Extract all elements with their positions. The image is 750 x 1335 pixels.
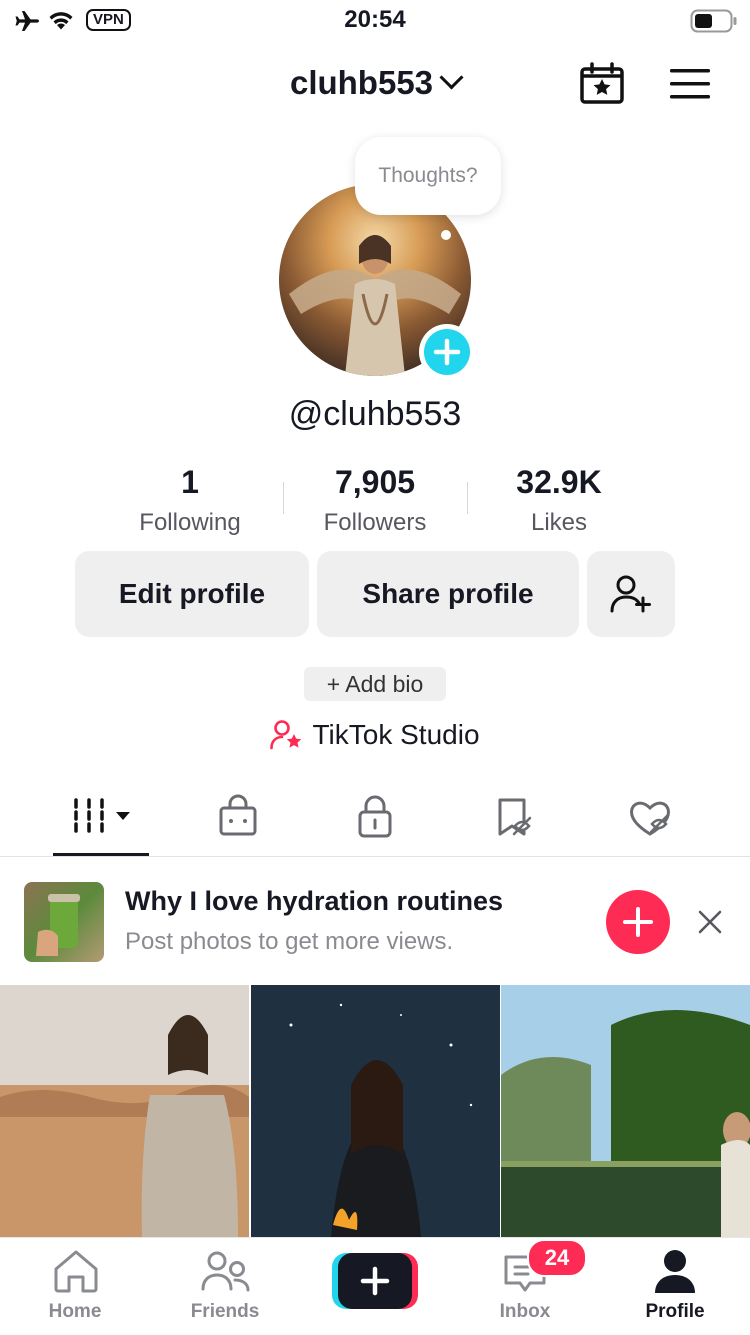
stat-label: Likes — [530, 509, 588, 536]
promo-subtitle: Post photos to get more views. — [125, 928, 454, 955]
tabs-divider — [0, 856, 750, 857]
plus-icon — [623, 907, 653, 937]
add-bio-button[interactable]: + Add bio — [304, 667, 446, 701]
tab-videos[interactable] — [70, 790, 130, 846]
stat-label: Following — [139, 509, 241, 536]
share-profile-button[interactable]: Share profile — [317, 551, 579, 637]
stat-following[interactable]: 1 Following — [105, 464, 275, 537]
nav-label: Home — [48, 1301, 102, 1322]
stat-divider — [467, 482, 468, 514]
studio-label: TikTok Studio — [312, 719, 480, 750]
username-switcher[interactable]: cluhb553 — [0, 64, 750, 102]
profile-icon — [655, 1250, 695, 1293]
create-plus-icon — [332, 1253, 418, 1309]
profile-handle: @cluhb553 — [288, 395, 462, 433]
create-button[interactable] — [332, 1253, 418, 1309]
close-icon[interactable] — [697, 909, 723, 935]
promo-title[interactable]: Why I love hydration routines — [125, 886, 503, 917]
tab-private[interactable] — [345, 790, 405, 846]
edit-profile-button[interactable]: Edit profile — [75, 551, 309, 637]
thoughts-bubble-tail — [441, 230, 451, 240]
heart-hidden-icon — [630, 801, 670, 836]
video-thumbnail[interactable] — [501, 985, 750, 1237]
nav-label: Inbox — [499, 1301, 551, 1322]
thoughts-bubble[interactable]: Thoughts? — [355, 137, 501, 215]
add-user-icon — [610, 575, 651, 613]
tab-liked[interactable] — [620, 790, 680, 846]
lock-icon — [358, 795, 392, 838]
status-time: 20:54 — [344, 6, 406, 33]
tab-favorites[interactable] — [485, 790, 545, 846]
grid-columns-icon — [74, 798, 130, 834]
stat-likes[interactable]: 32.9K Likes — [474, 464, 644, 537]
stat-label: Followers — [323, 509, 427, 536]
stat-value: 1 — [181, 464, 199, 500]
status-bar: VPN 20:54 — [0, 0, 750, 42]
tiktok-studio-link[interactable]: TikTok Studio — [0, 719, 750, 751]
battery-icon — [690, 9, 737, 33]
menu-icon[interactable] — [670, 68, 710, 100]
nav-home[interactable]: Home — [20, 1247, 130, 1327]
nav-label: Friends — [190, 1301, 260, 1322]
bookmark-hidden-icon — [498, 798, 532, 836]
nav-profile[interactable]: Profile — [620, 1247, 730, 1327]
chevron-down-icon — [439, 65, 464, 90]
video-thumbnail[interactable] — [0, 985, 249, 1237]
stat-divider — [283, 482, 284, 514]
stat-value: 32.9K — [516, 464, 602, 500]
promo-create-button[interactable] — [606, 890, 670, 954]
home-icon — [54, 1250, 98, 1293]
friends-icon — [201, 1251, 250, 1292]
video-thumbnail[interactable] — [251, 985, 500, 1237]
studio-icon — [270, 720, 302, 750]
add-friends-button[interactable] — [587, 551, 675, 637]
stat-followers[interactable]: 7,905 Followers — [290, 464, 460, 537]
tab-shop[interactable] — [208, 790, 268, 846]
nav-friends[interactable]: Friends — [170, 1247, 280, 1327]
calendar-star-icon[interactable] — [580, 62, 624, 104]
promo-thumbnail[interactable] — [24, 882, 104, 962]
username-label: cluhb553 — [289, 64, 434, 101]
stat-value: 7,905 — [334, 464, 416, 500]
inbox-badge: 24 — [527, 1239, 587, 1277]
shopping-bag-icon — [219, 794, 257, 836]
add-icon — [424, 329, 470, 375]
nav-label: Profile — [645, 1301, 705, 1322]
